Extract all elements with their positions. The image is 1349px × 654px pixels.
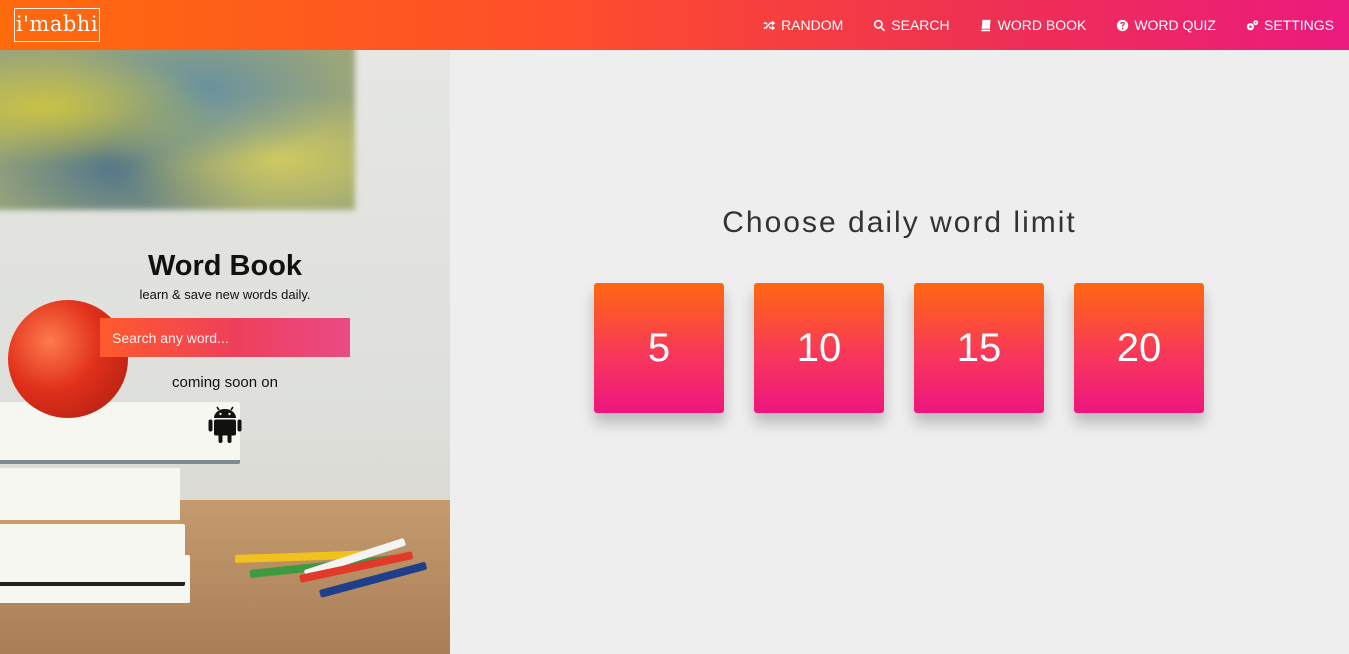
- limit-option-5[interactable]: 5: [594, 283, 724, 413]
- main-nav: RANDOM SEARCH WORD BOOK WORD QUIZ SETTIN…: [763, 0, 1334, 50]
- hero-panel: Word Book learn & save new words daily. …: [0, 50, 450, 654]
- daily-limit-options: 5 10 15 20: [594, 283, 1204, 413]
- nav-random-label: RANDOM: [781, 17, 844, 33]
- nav-word-book-label: WORD BOOK: [997, 17, 1087, 33]
- logo[interactable]: i'mabhi: [14, 8, 100, 42]
- gears-icon: [1246, 19, 1259, 30]
- nav-word-book[interactable]: WORD BOOK: [980, 17, 1087, 33]
- daily-limit-title: Choose daily word limit: [722, 206, 1077, 239]
- search-icon: [874, 19, 886, 31]
- book-icon: [980, 19, 991, 31]
- nav-settings[interactable]: SETTINGS: [1246, 17, 1334, 33]
- nav-random[interactable]: RANDOM: [763, 17, 843, 33]
- nav-word-quiz-label: WORD QUIZ: [1134, 17, 1216, 33]
- limit-option-20[interactable]: 20: [1074, 283, 1204, 413]
- nav-search[interactable]: SEARCH: [873, 17, 950, 33]
- nav-word-quiz[interactable]: WORD QUIZ: [1116, 17, 1216, 33]
- question-circle-icon: [1117, 19, 1129, 31]
- background-book: [0, 468, 180, 524]
- top-navbar: i'mabhi RANDOM SEARCH WORD BOOK WORD QUI…: [0, 0, 1349, 50]
- coming-soon-text: coming soon on: [172, 374, 278, 391]
- limit-option-10[interactable]: 10: [754, 283, 884, 413]
- nav-settings-label: SETTINGS: [1263, 17, 1334, 33]
- background-painting: [0, 50, 355, 210]
- shuffle-icon: [763, 20, 776, 30]
- nav-search-label: SEARCH: [891, 17, 950, 33]
- limit-option-15[interactable]: 15: [914, 283, 1044, 413]
- background-book: [0, 402, 240, 464]
- search-input[interactable]: [100, 318, 350, 357]
- hero-subtitle: learn & save new words daily.: [139, 287, 311, 302]
- android-icon[interactable]: [208, 403, 242, 445]
- background-book: [0, 524, 185, 586]
- hero-title: Word Book: [147, 250, 303, 282]
